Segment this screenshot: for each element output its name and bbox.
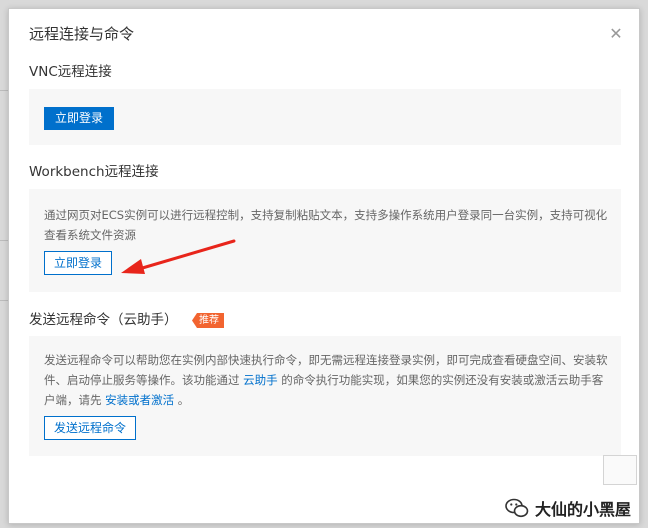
dialog-title: 远程连接与命令 <box>29 25 135 43</box>
remote-connection-dialog: 远程连接与命令 ✕ VNC远程连接 立即登录 Workbench远程连接 通过网… <box>8 8 640 524</box>
command-desc-text: 。 <box>174 393 190 407</box>
close-icon[interactable]: ✕ <box>607 25 625 43</box>
watermark: 大仙的小黑屋 <box>505 493 631 523</box>
command-section-title: 发送远程命令（云助手） <box>29 312 178 328</box>
install-activate-link[interactable]: 安装或者激活 <box>105 393 174 407</box>
vnc-section-title: VNC远程连接 <box>29 64 112 80</box>
send-command-button[interactable]: 发送远程命令 <box>44 416 137 440</box>
red-arrow-annotation <box>121 239 236 274</box>
workbench-section-title: Workbench远程连接 <box>29 164 159 180</box>
command-panel: 发送远程命令可以帮助您在实例内部快速执行命令，即无需远程连接登录实例，即可完成查… <box>29 336 621 456</box>
cloud-assistant-link[interactable]: 云助手 <box>243 373 278 387</box>
vnc-login-button[interactable]: 立即登录 <box>44 107 115 130</box>
command-description: 发送远程命令可以帮助您在实例内部快速执行命令，即无需远程连接登录实例，即可完成查… <box>44 350 610 410</box>
backdrop-line <box>0 240 8 241</box>
backdrop-line <box>0 300 8 301</box>
watermark-text: 大仙的小黑屋 <box>535 500 632 519</box>
recommended-badge: 推荐 <box>192 313 224 328</box>
backdrop-line <box>0 90 8 91</box>
watermark-box <box>603 455 637 485</box>
vnc-panel: 立即登录 <box>29 89 621 145</box>
wechat-icon <box>505 498 529 518</box>
workbench-login-button[interactable]: 立即登录 <box>44 251 113 275</box>
